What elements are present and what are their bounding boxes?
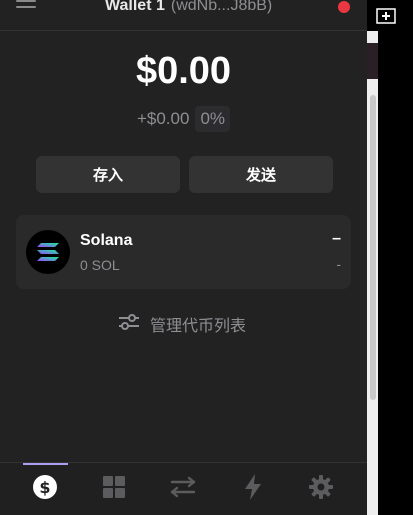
wallet-address: (wdNb...J8bB) <box>170 0 273 14</box>
total-balance: $0.00 <box>135 50 232 92</box>
bottom-tab-bar: $ <box>0 462 367 515</box>
scrollbar-thumb[interactable] <box>370 95 376 400</box>
change-percent: 0% <box>195 106 231 132</box>
change-value: +$0.00 <box>136 109 190 128</box>
send-button[interactable]: 发送 <box>189 156 333 193</box>
sliders-icon <box>118 313 140 335</box>
tab-swap[interactable] <box>167 473 199 505</box>
token-change: - <box>336 256 341 272</box>
gear-icon <box>308 474 334 505</box>
dollar-icon: $ <box>32 474 58 505</box>
wallet-name: Wallet 1 <box>105 0 165 14</box>
token-row-solana[interactable]: Solana 0 SOL – - <box>16 215 351 289</box>
svg-text:$: $ <box>39 478 50 497</box>
tab-wallet[interactable]: $ <box>29 473 61 505</box>
header: Wallet 1 (wdNb...J8bB) <box>0 0 367 31</box>
network-status-dot[interactable] <box>338 1 350 13</box>
wallet-popup: Wallet 1 (wdNb...J8bB) $0.00 +$0.00 0% 存入… <box>0 0 367 515</box>
menu-icon[interactable] <box>16 0 36 14</box>
balance-change: +$0.00 0% <box>0 106 367 132</box>
deposit-button[interactable]: 存入 <box>36 156 180 193</box>
background-page-strip <box>367 43 378 79</box>
extension-icon[interactable] <box>376 8 396 24</box>
tab-activity[interactable] <box>237 473 269 505</box>
token-amount: 0 SOL <box>80 257 120 273</box>
manage-token-list-label: 管理代币列表 <box>150 316 247 335</box>
token-value: – <box>332 230 341 247</box>
swap-icon <box>170 475 196 504</box>
grid-icon <box>102 475 126 504</box>
solana-logo-icon <box>26 230 70 274</box>
manage-token-list-button[interactable]: 管理代币列表 <box>118 312 246 336</box>
background-page <box>378 43 413 515</box>
lightning-icon <box>244 473 262 505</box>
wallet-selector[interactable]: Wallet 1 (wdNb...J8bB) <box>105 0 272 15</box>
token-name: Solana <box>80 232 133 249</box>
tab-settings[interactable] <box>305 473 337 505</box>
active-tab-indicator <box>23 463 68 465</box>
tab-collectibles[interactable] <box>98 473 130 505</box>
